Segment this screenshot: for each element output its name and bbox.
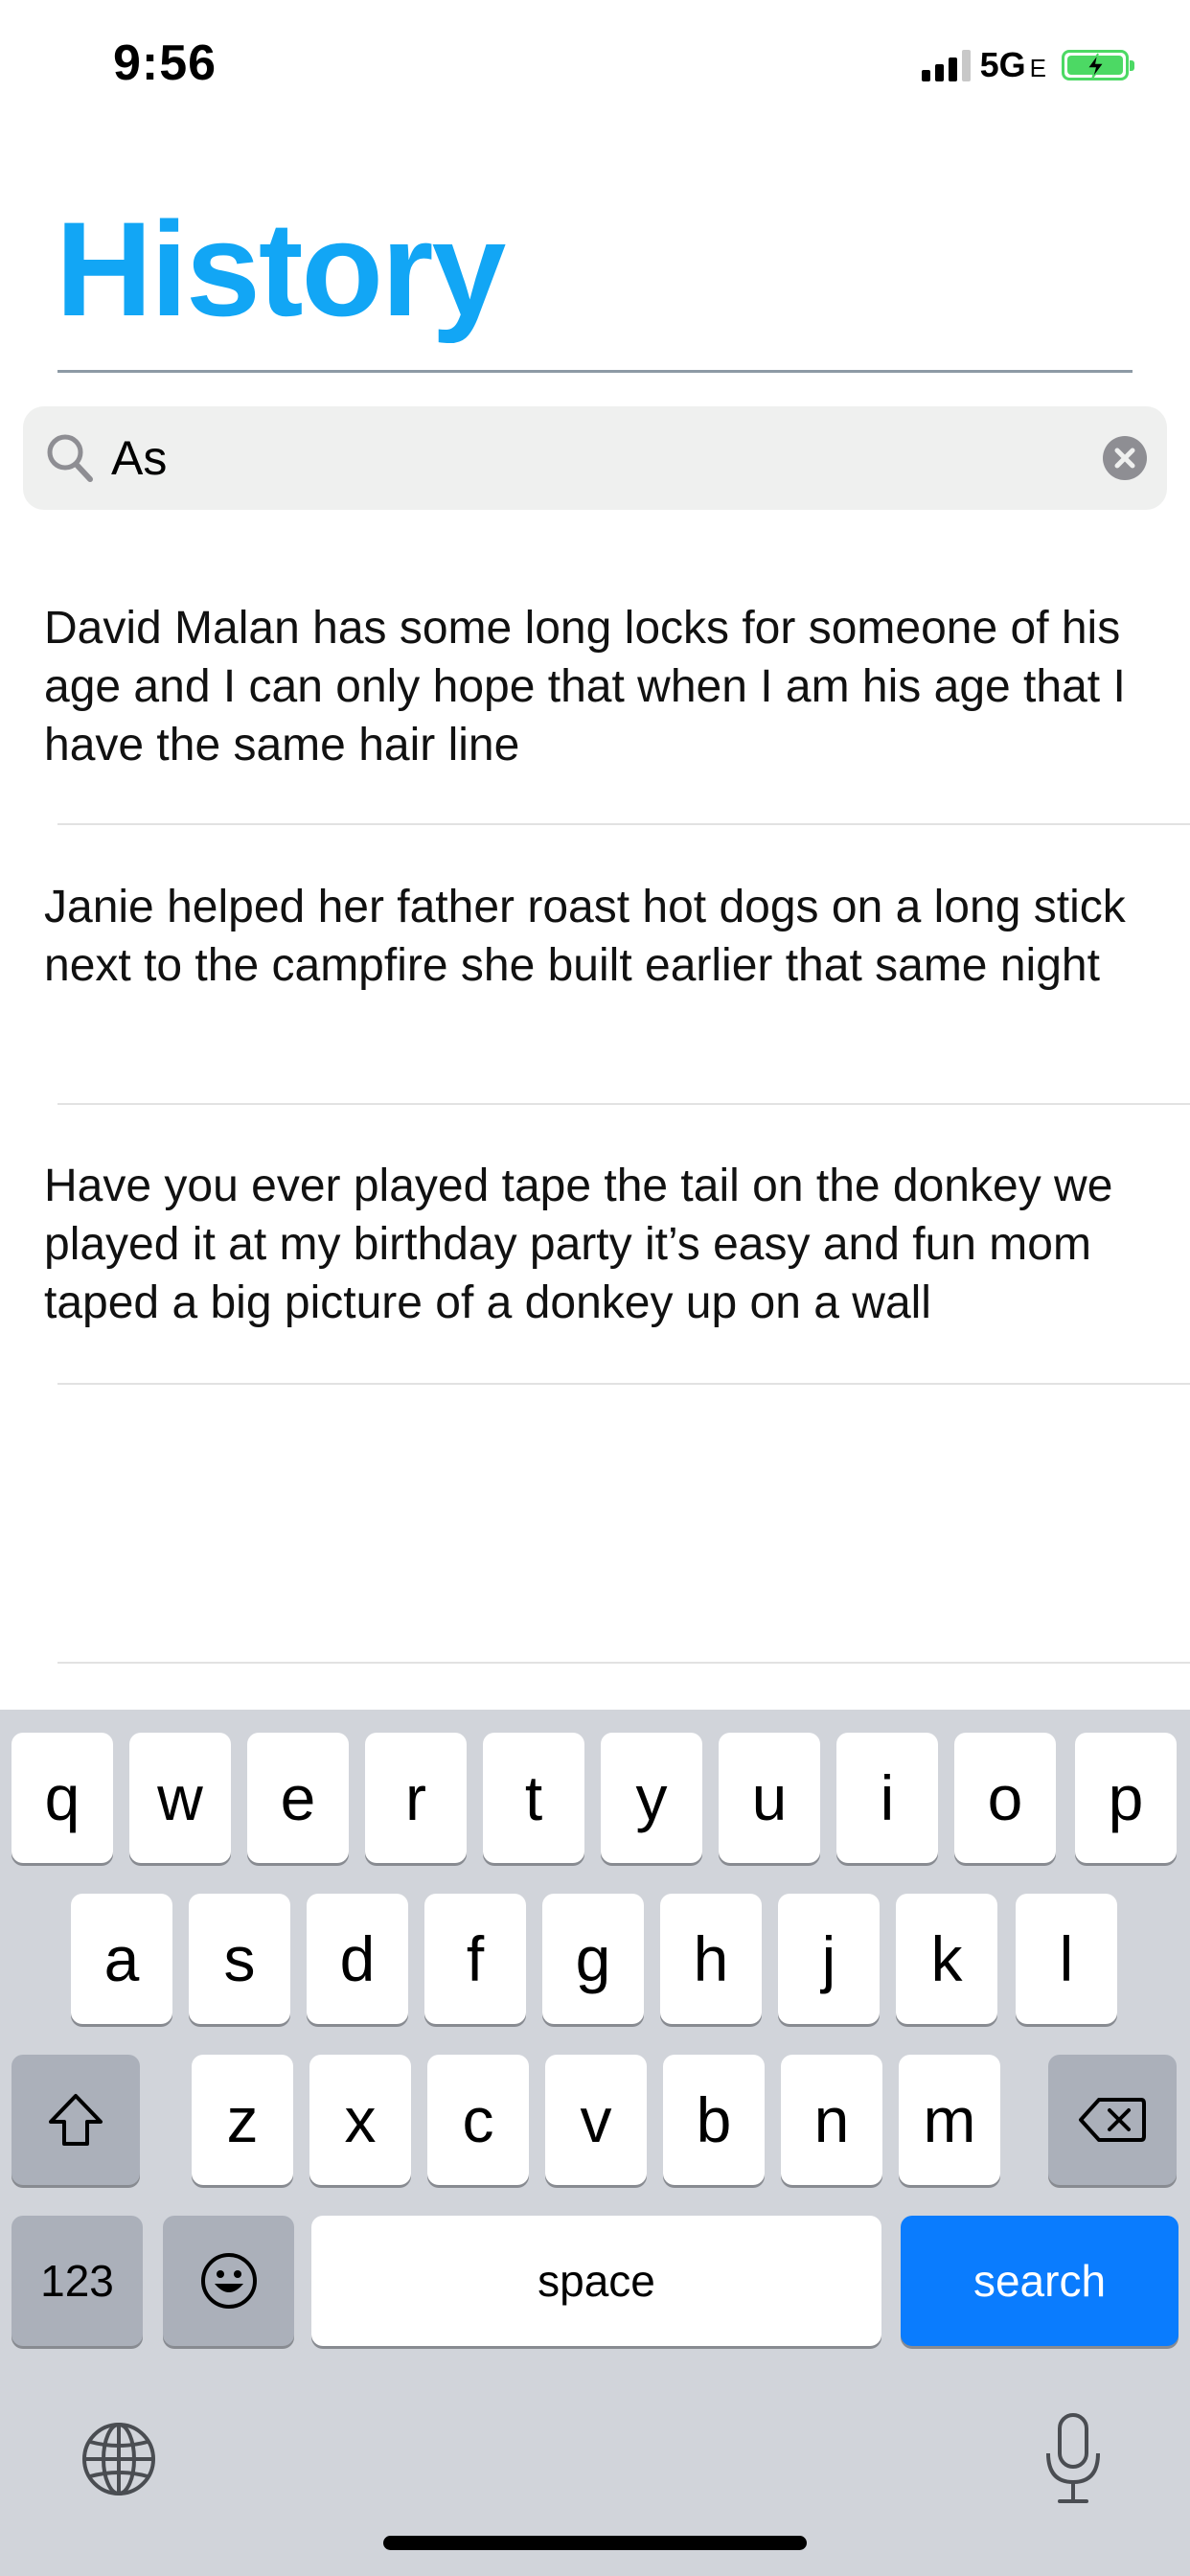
globe-icon[interactable] [80,2421,157,2497]
cellular-signal-icon [921,49,971,81]
shift-key[interactable] [11,2055,140,2185]
key-p[interactable]: p [1075,1733,1177,1863]
key-y[interactable]: y [601,1733,702,1863]
list-separator [57,1103,1190,1105]
key-z[interactable]: z [192,2055,293,2185]
key-c[interactable]: c [427,2055,529,2185]
battery-charging-icon [1062,50,1134,80]
emoji-key[interactable] [163,2216,294,2346]
list-separator [57,1662,1190,1664]
delete-key[interactable] [1048,2055,1177,2185]
network-type: 5G [979,45,1026,84]
key-d[interactable]: d [307,1894,408,2024]
key-h[interactable]: h [660,1894,762,2024]
history-item[interactable]: David Malan has some long locks for some… [44,599,1165,774]
key-v[interactable]: v [545,2055,647,2185]
status-time: 9:56 [113,35,217,91]
history-item[interactable]: Janie helped her father roast hot dogs o… [44,878,1165,995]
network-indicator: 5G E [980,45,1046,85]
key-q[interactable]: q [11,1733,113,1863]
key-r[interactable]: r [365,1733,467,1863]
search-bar[interactable] [23,406,1167,510]
key-m[interactable]: m [899,2055,1000,2185]
key-a[interactable]: a [71,1894,172,2024]
shift-icon [49,2094,103,2146]
key-j[interactable]: j [778,1894,880,2024]
numbers-key[interactable]: 123 [11,2216,143,2346]
microphone-icon[interactable] [1042,2411,1104,2507]
key-o[interactable]: o [954,1733,1056,1863]
list-separator [57,1383,1190,1385]
clear-search-icon[interactable] [1102,435,1148,481]
history-item[interactable]: Have you ever played tape the tail on th… [44,1157,1165,1332]
key-f[interactable]: f [424,1894,526,2024]
key-e[interactable]: e [247,1733,349,1863]
key-u[interactable]: u [719,1733,820,1863]
search-icon [47,434,93,482]
key-k[interactable]: k [896,1894,997,2024]
key-t[interactable]: t [483,1733,584,1863]
key-b[interactable]: b [663,2055,765,2185]
status-indicators: 5G E [921,45,1134,85]
network-suffix: E [1029,54,1046,82]
emoji-icon [200,2253,257,2309]
space-key[interactable]: space [311,2216,881,2346]
key-n[interactable]: n [781,2055,882,2185]
key-g[interactable]: g [542,1894,644,2024]
search-input[interactable] [111,424,1069,493]
title-divider [57,370,1133,373]
key-x[interactable]: x [309,2055,411,2185]
list-separator [57,823,1190,825]
key-w[interactable]: w [129,1733,231,1863]
key-s[interactable]: s [189,1894,290,2024]
keyboard: q w e r t y u i o p a s d f g h j k l z … [0,1710,1190,2576]
key-i[interactable]: i [836,1733,938,1863]
page-title: History [56,194,506,344]
search-key[interactable]: search [901,2216,1179,2346]
home-indicator[interactable] [383,2536,807,2550]
backspace-icon [1079,2098,1146,2142]
key-l[interactable]: l [1016,1894,1117,2024]
